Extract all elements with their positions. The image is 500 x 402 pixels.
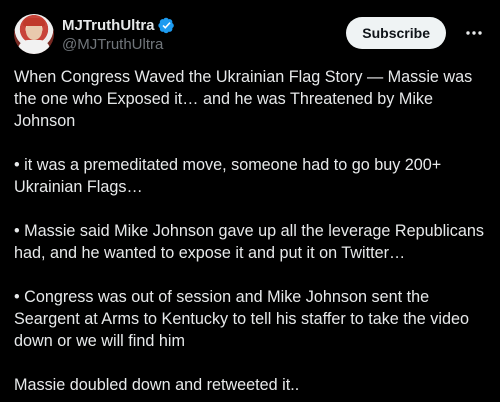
tweet-paragraph: Massie doubled down and retweeted it..: [14, 376, 300, 394]
tweet-paragraph: • it was a premeditated move, someone ha…: [14, 156, 442, 196]
tweet-paragraph: • Massie said Mike Johnson gave up all t…: [14, 222, 484, 262]
tweet-paragraph: When Congress Waved the Ukrainian Flag S…: [14, 68, 473, 130]
avatar[interactable]: [14, 14, 54, 54]
avatar-hat: [23, 18, 45, 26]
tweet-paragraph: • Congress was out of session and Mike J…: [14, 288, 469, 350]
display-name[interactable]: MJTruthUltra: [62, 17, 155, 34]
subscribe-button[interactable]: Subscribe: [346, 17, 446, 49]
tweet-text: When Congress Waved the Ukrainian Flag S…: [14, 66, 488, 396]
tweet-header: MJTruthUltra @MJTruthUltra Subscribe: [14, 12, 490, 56]
more-options-icon[interactable]: [464, 24, 484, 42]
tweet-card: MJTruthUltra @MJTruthUltra Subscribe Whe…: [0, 0, 500, 402]
verified-badge-icon: [157, 17, 175, 34]
display-name-row: MJTruthUltra: [62, 15, 175, 35]
author-names: MJTruthUltra @MJTruthUltra: [62, 15, 175, 53]
author-handle[interactable]: @MJTruthUltra: [62, 36, 175, 53]
avatar-shirt: [18, 40, 50, 54]
